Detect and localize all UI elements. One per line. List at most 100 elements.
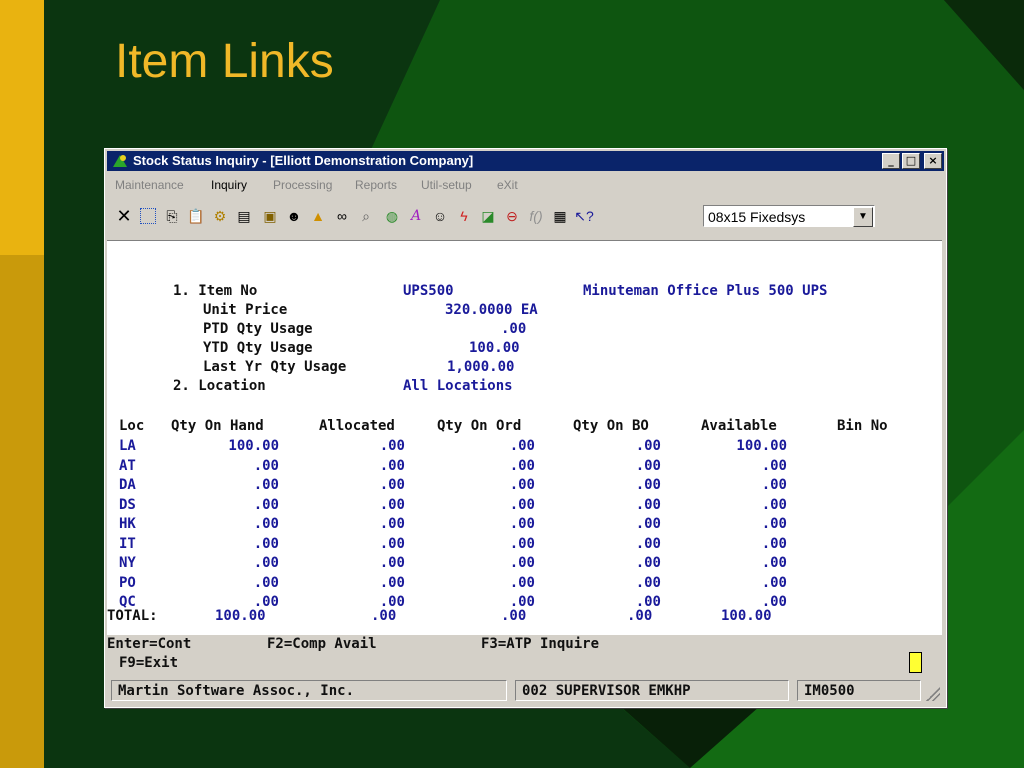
properties-icon[interactable]: ▤ — [233, 205, 255, 227]
row-on-hand: .00 — [253, 555, 279, 571]
select-icon[interactable] — [137, 205, 159, 227]
row-allocated: .00 — [379, 574, 405, 591]
globe-icon[interactable]: ◍ — [381, 205, 403, 227]
row-on-bo: .00 — [635, 496, 661, 513]
binoculars-icon[interactable]: ∞ — [331, 205, 353, 227]
f9-exit-command[interactable]: F9=Exit — [119, 654, 178, 673]
chevron-down-icon[interactable]: ▼ — [853, 207, 873, 227]
row-available: .00 — [761, 555, 787, 571]
command-bar: Enter=Cont F2=Comp Avail F3=ATP Inquire … — [107, 635, 942, 675]
row-on-ord: .00 — [509, 457, 535, 474]
resize-grip-icon[interactable] — [926, 687, 940, 701]
whats-this-icon[interactable]: ↖? — [573, 205, 595, 227]
total-on-ord: .00 — [501, 608, 527, 624]
row-on-ord: .00 — [509, 496, 535, 513]
row-loc: PO — [119, 574, 136, 591]
row-on-bo: .00 — [635, 516, 661, 532]
accent-bar-top — [0, 0, 44, 255]
total-available: 100.00 — [721, 608, 772, 624]
row-loc: IT — [119, 535, 136, 552]
close-x-icon[interactable]: ✕ — [113, 205, 135, 227]
lightning-icon[interactable]: ϟ — [453, 205, 475, 227]
alert-icon[interactable]: ▲ — [307, 205, 329, 227]
row-loc: DA — [119, 477, 136, 493]
enter-cont-command[interactable]: Enter=Cont — [107, 635, 191, 654]
row-allocated: .00 — [379, 555, 405, 571]
row-allocated: .00 — [379, 516, 405, 532]
row-on-ord: .00 — [509, 555, 535, 571]
item-no-value[interactable]: UPS500 — [403, 282, 454, 301]
row-on-bo: .00 — [635, 555, 661, 571]
notepad-icon[interactable]: ▣ — [259, 205, 281, 227]
row-loc: AT — [119, 457, 136, 474]
last-yr-qty-usage-label: Last Yr Qty Usage — [203, 359, 347, 375]
row-allocated: .00 — [379, 457, 405, 474]
row-available: 100.00 — [736, 438, 787, 454]
close-button[interactable]: × — [924, 153, 942, 169]
menu-maintenance[interactable]: Maintenance — [115, 178, 184, 192]
stock-status-window: Stock Status Inquiry - [Elliott Demonstr… — [104, 148, 947, 708]
calculator-icon[interactable]: ▦ — [549, 205, 571, 227]
toolbar: ✕ ⎘ 📋 ⚙ ▤ ▣ ☻ ▲ ∞ ⌕ ◍ A ☺ ϟ ◪ ⊖ f() ▦ ↖?… — [109, 203, 939, 231]
row-on-hand: 100.00 — [228, 438, 279, 454]
chart-icon[interactable]: ◪ — [477, 205, 499, 227]
row-allocated: .00 — [379, 438, 405, 454]
paste-icon[interactable]: 📋 — [185, 205, 207, 227]
row-available: .00 — [761, 477, 787, 493]
function-icon[interactable]: f() — [525, 205, 547, 227]
col-header-qty-on-bo: Qty On BO — [573, 418, 649, 434]
find-user-icon[interactable]: ☻ — [283, 205, 305, 227]
terminal-screen: 1. Item No UPS500 Minuteman Office Plus … — [107, 240, 942, 636]
menu-exit[interactable]: eXit — [497, 178, 518, 192]
copy-icon[interactable]: ⎘ — [161, 205, 183, 227]
font-icon[interactable]: A — [405, 205, 427, 227]
row-on-bo: .00 — [635, 438, 661, 454]
ptd-qty-usage-value: .00 — [501, 321, 527, 337]
row-loc: HK — [119, 516, 136, 532]
f3-atp-inquire-command[interactable]: F3=ATP Inquire — [481, 635, 599, 654]
ptd-qty-usage-label: PTD Qty Usage — [203, 321, 313, 337]
row-on-bo: .00 — [635, 535, 661, 552]
window-title: Stock Status Inquiry - [Elliott Demonstr… — [133, 153, 474, 168]
minimize-button[interactable]: _ — [882, 153, 900, 169]
slide-title: Item Links — [115, 35, 334, 88]
f2-comp-avail-command[interactable]: F2=Comp Avail — [267, 635, 377, 654]
maximize-button[interactable]: □ — [902, 153, 920, 169]
user-help-icon[interactable]: ☺ — [429, 205, 451, 227]
col-header-allocated: Allocated — [319, 418, 395, 434]
unit-price-value: 320.0000 EA — [445, 302, 538, 318]
row-on-ord: .00 — [509, 516, 535, 532]
col-header-qty-on-hand: Qty On Hand — [171, 418, 264, 434]
unit-price-label: Unit Price — [203, 302, 288, 318]
row-available: .00 — [761, 516, 787, 532]
menu-reports[interactable]: Reports — [355, 178, 397, 192]
window-titlebar[interactable]: Stock Status Inquiry - [Elliott Demonstr… — [107, 151, 944, 171]
accent-bar-bottom — [0, 255, 44, 768]
col-header-available: Available — [701, 418, 777, 434]
settings-gear-icon[interactable]: ⚙ — [209, 205, 231, 227]
row-allocated: .00 — [379, 535, 405, 552]
menu-util-setup[interactable]: Util-setup — [421, 178, 472, 192]
row-on-hand: .00 — [253, 496, 279, 513]
row-available: .00 — [761, 457, 787, 474]
row-on-bo: .00 — [635, 457, 661, 474]
row-on-ord: .00 — [509, 574, 535, 591]
menu-inquiry[interactable]: Inquiry — [211, 178, 247, 192]
status-program: IM0500 — [797, 680, 921, 701]
item-no-label: 1. Item No — [173, 283, 258, 299]
row-loc: DS — [119, 496, 136, 513]
ytd-qty-usage-label: YTD Qty Usage — [203, 340, 313, 356]
row-on-hand: .00 — [253, 457, 279, 474]
menu-processing[interactable]: Processing — [273, 178, 332, 192]
location-value[interactable]: All Locations — [403, 377, 513, 396]
col-header-qty-on-ord: Qty On Ord — [437, 418, 522, 434]
magnifier-icon[interactable]: ⌕ — [355, 205, 377, 227]
font-select[interactable]: 08x15 Fixedsys ▼ — [703, 205, 875, 227]
item-description: Minuteman Office Plus 500 UPS — [583, 283, 828, 299]
link-icon[interactable]: ⊖ — [501, 205, 523, 227]
row-on-hand: .00 — [253, 574, 279, 591]
row-on-ord: .00 — [509, 535, 535, 552]
total-allocated: .00 — [371, 608, 397, 624]
app-icon — [113, 155, 127, 167]
status-company: Martin Software Assoc., Inc. — [111, 680, 507, 701]
